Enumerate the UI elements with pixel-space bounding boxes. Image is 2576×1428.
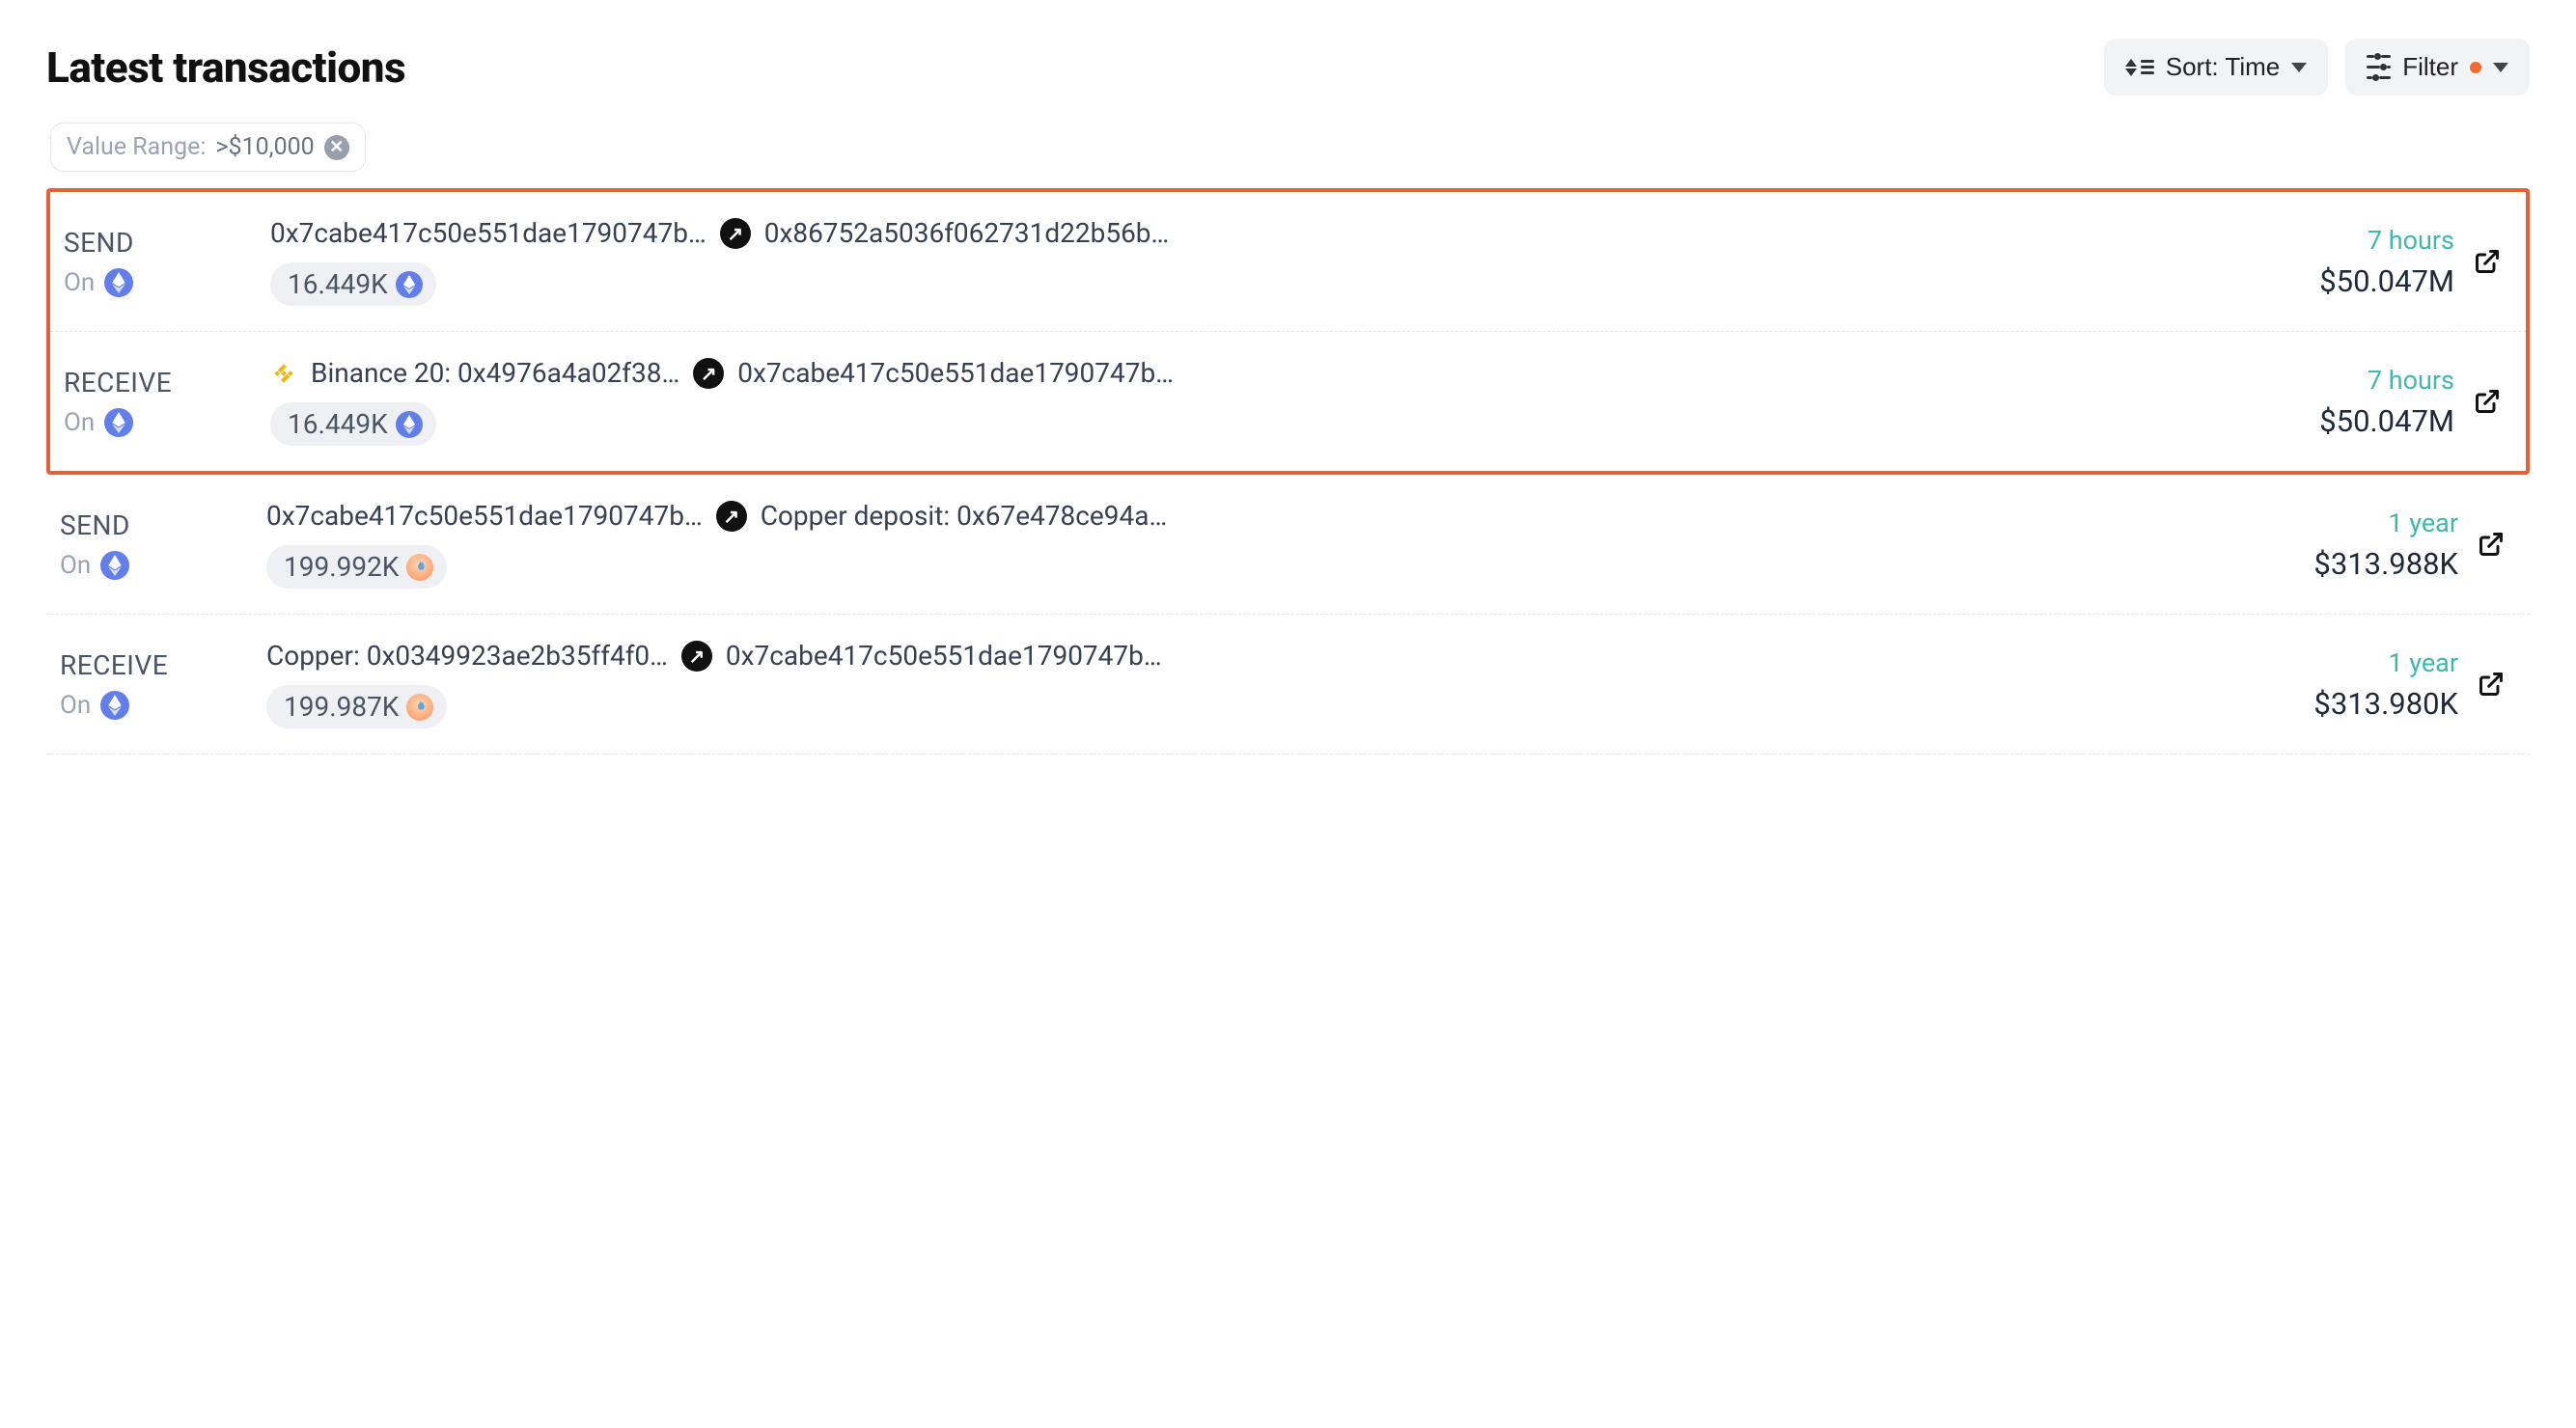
filter-chips: Value Range: >$10,000 ✕ — [46, 123, 2530, 172]
filter-button[interactable]: Filter — [2345, 39, 2530, 96]
tx-main-column: Copper: 0x0349923ae2b35ff4f0… ↗ 0x7cabe4… — [266, 640, 2232, 728]
tx-chain: On — [64, 268, 266, 297]
tx-value-column: 1 year $313.988K — [2236, 508, 2458, 582]
tx-addresses: 0x7cabe417c50e551dae1790747b… ↗ 0x86752a… — [270, 217, 2229, 249]
arrow-icon: ↗ — [716, 501, 747, 532]
tx-type-column: RECEIVE On — [60, 649, 263, 720]
tx-value-column: 1 year $313.980K — [2236, 647, 2458, 722]
tx-amount-pill: 16.449K — [270, 402, 436, 446]
filter-chip-value-range[interactable]: Value Range: >$10,000 ✕ — [50, 123, 366, 172]
tx-amount-pill: 199.992K — [266, 545, 447, 589]
ethereum-icon — [104, 268, 133, 297]
chevron-down-icon — [2291, 63, 2307, 72]
transaction-row: RECEIVE On Copper: 0x0349923ae2b35ff4f0…… — [46, 615, 2530, 755]
tx-from-address[interactable]: Binance 20: 0x4976a4a02f38… — [311, 357, 679, 389]
tx-link-column — [2462, 668, 2520, 700]
tx-amount-pill: 199.987K — [266, 685, 447, 728]
filter-icon — [2367, 53, 2391, 81]
tx-time: 1 year — [2236, 647, 2458, 678]
external-link-icon[interactable] — [2475, 668, 2507, 700]
tx-addresses: Copper: 0x0349923ae2b35ff4f0… ↗ 0x7cabe4… — [266, 640, 2232, 672]
tx-amount: 16.449K — [288, 408, 388, 440]
ethereum-icon — [100, 691, 129, 720]
tx-addresses: 0x7cabe417c50e551dae1790747b… ↗ Copper d… — [266, 500, 2232, 532]
tx-amount: 199.992K — [284, 551, 399, 583]
token-flame-icon — [406, 694, 433, 721]
tx-value-column: 7 hours $50.047M — [2232, 225, 2454, 299]
arrow-icon: ↗ — [681, 641, 712, 672]
on-label: On — [60, 691, 91, 720]
tx-main-column: 0x7cabe417c50e551dae1790747b… ↗ Copper d… — [266, 500, 2232, 589]
arrow-icon: ↗ — [720, 218, 751, 249]
tx-usd-value: $313.980K — [2236, 686, 2458, 722]
tx-time: 1 year — [2236, 508, 2458, 538]
sort-button[interactable]: Sort: Time — [2104, 39, 2328, 96]
chip-remove-icon[interactable]: ✕ — [324, 135, 349, 160]
tx-time: 7 hours — [2232, 225, 2454, 256]
tx-from-address[interactable]: 0x7cabe417c50e551dae1790747b… — [270, 217, 706, 249]
arrow-icon: ↗ — [693, 358, 724, 389]
header-controls: Sort: Time Filter — [2104, 39, 2530, 96]
tx-from-address[interactable]: 0x7cabe417c50e551dae1790747b… — [266, 500, 703, 532]
tx-amount-pill: 16.449K — [270, 262, 436, 306]
tx-type-column: SEND On — [64, 227, 266, 297]
tx-type: SEND — [64, 227, 266, 259]
ethereum-icon — [100, 551, 129, 580]
tx-type-column: SEND On — [60, 509, 263, 580]
sort-icon — [2125, 59, 2154, 76]
tx-usd-value: $313.988K — [2236, 546, 2458, 582]
tx-link-column — [2462, 528, 2520, 561]
chip-prefix: Value Range: — [67, 133, 206, 161]
tx-amount: 16.449K — [288, 268, 388, 300]
tx-addresses: Binance 20: 0x4976a4a02f38… ↗ 0x7cabe417… — [270, 357, 2229, 389]
transaction-row: SEND On 0x7cabe417c50e551dae1790747b… ↗ … — [50, 192, 2526, 332]
on-label: On — [64, 408, 95, 437]
external-link-icon[interactable] — [2471, 245, 2504, 278]
tx-to-address[interactable]: 0x86752a5036f062731d22b56b… — [764, 217, 1170, 249]
sort-label: Sort: Time — [2166, 52, 2280, 82]
tx-type: RECEIVE — [64, 367, 266, 398]
ethereum-icon — [104, 408, 133, 437]
on-label: On — [64, 268, 95, 297]
tx-type: SEND — [60, 509, 263, 541]
tx-time: 7 hours — [2232, 365, 2454, 396]
tx-to-address[interactable]: 0x7cabe417c50e551dae1790747b… — [737, 357, 1174, 389]
chip-value: >$10,000 — [215, 133, 314, 161]
tx-usd-value: $50.047M — [2232, 263, 2454, 299]
header: Latest transactions Sort: Time Filter — [46, 39, 2530, 96]
binance-icon — [270, 360, 297, 387]
tx-chain: On — [60, 691, 263, 720]
ethereum-icon — [396, 271, 423, 298]
tx-usd-value: $50.047M — [2232, 403, 2454, 439]
tx-to-address[interactable]: Copper deposit: 0x67e478ce94a… — [761, 500, 1168, 532]
tx-chain: On — [60, 551, 263, 580]
tx-link-column — [2458, 245, 2516, 278]
on-label: On — [60, 551, 91, 580]
external-link-icon[interactable] — [2475, 528, 2507, 561]
tx-to-address[interactable]: 0x7cabe417c50e551dae1790747b… — [726, 640, 1162, 672]
tx-type-column: RECEIVE On — [64, 367, 266, 437]
highlighted-group: SEND On 0x7cabe417c50e551dae1790747b… ↗ … — [46, 188, 2530, 475]
tx-link-column — [2458, 385, 2516, 418]
filter-label: Filter — [2402, 52, 2458, 82]
tx-value-column: 7 hours $50.047M — [2232, 365, 2454, 439]
page-title: Latest transactions — [46, 42, 405, 93]
ethereum-icon — [396, 411, 423, 438]
transaction-row: RECEIVE On Binance 20: 0x4976a4a02f38… ↗… — [50, 332, 2526, 471]
transaction-list: SEND On 0x7cabe417c50e551dae1790747b… ↗ … — [46, 189, 2530, 755]
tx-type: RECEIVE — [60, 649, 263, 681]
tx-main-column: 0x7cabe417c50e551dae1790747b… ↗ 0x86752a… — [270, 217, 2229, 306]
tx-from-address[interactable]: Copper: 0x0349923ae2b35ff4f0… — [266, 640, 668, 672]
tx-chain: On — [64, 408, 266, 437]
tx-main-column: Binance 20: 0x4976a4a02f38… ↗ 0x7cabe417… — [270, 357, 2229, 446]
transaction-row: SEND On 0x7cabe417c50e551dae1790747b… ↗ … — [46, 475, 2530, 615]
chevron-down-icon — [2493, 63, 2508, 72]
token-flame-icon — [406, 554, 433, 581]
tx-amount: 199.987K — [284, 691, 399, 723]
external-link-icon[interactable] — [2471, 385, 2504, 418]
filter-active-dot-icon — [2470, 62, 2481, 73]
